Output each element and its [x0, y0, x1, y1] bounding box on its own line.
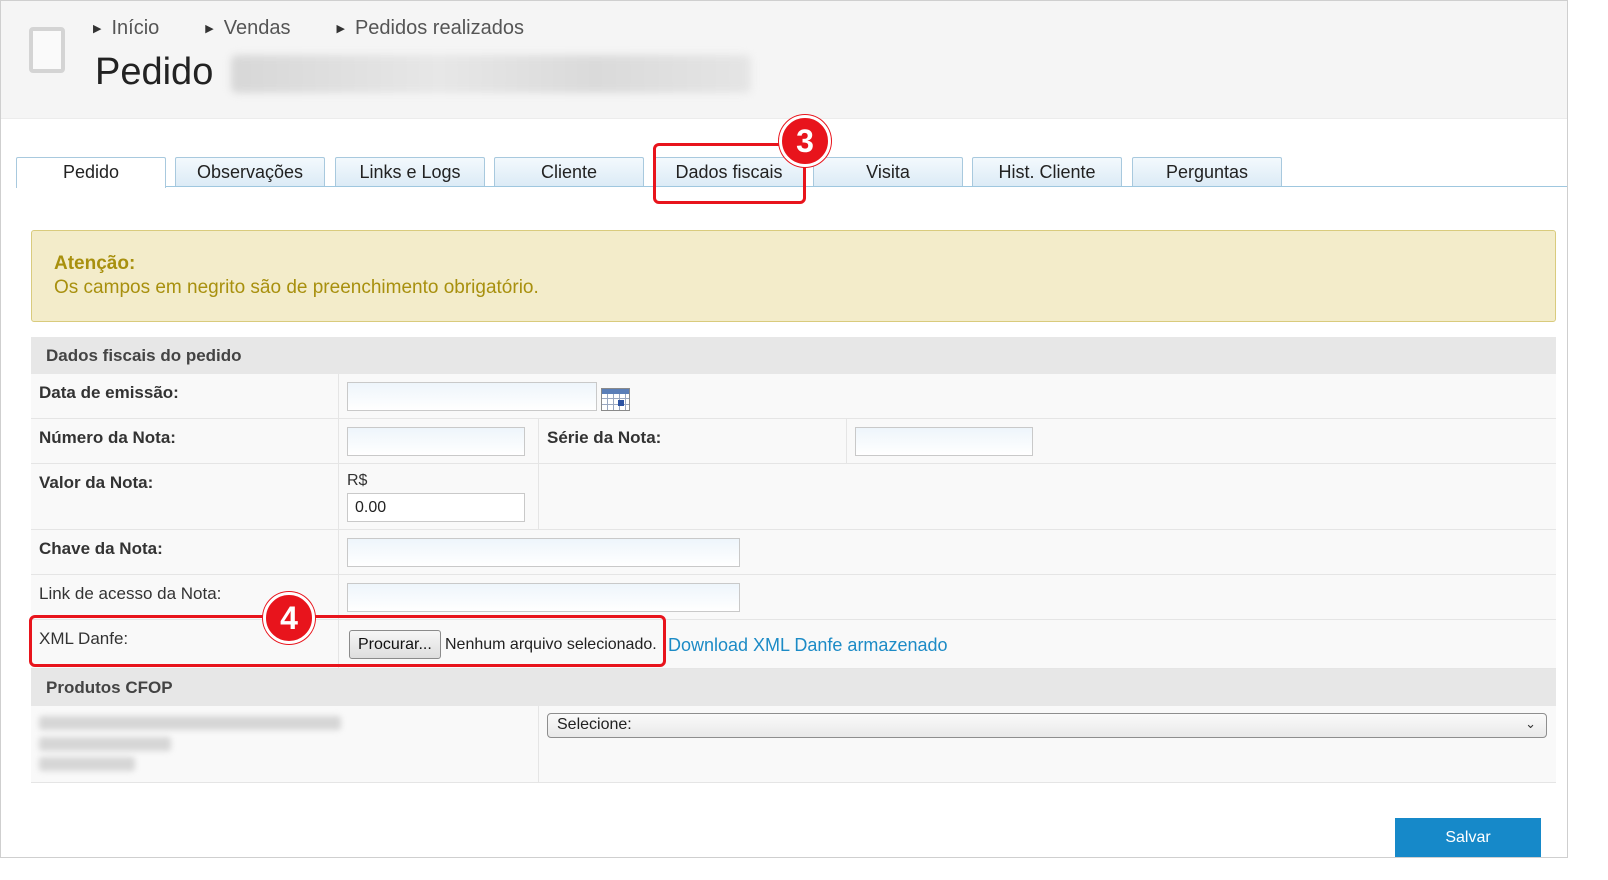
label-chave-nota: Chave da Nota: — [31, 530, 339, 574]
file-status: Nenhum arquivo selecionado. — [445, 636, 657, 653]
caret-right-icon: ▶ — [336, 23, 345, 35]
section-title-dados-fiscais: Dados fiscais do pedido — [31, 337, 1556, 374]
breadcrumb-item-pedidos[interactable]: ▶ Pedidos realizados — [336, 17, 523, 40]
tab-perguntas[interactable]: Perguntas — [1132, 157, 1282, 186]
numero-nota-input[interactable] — [347, 427, 525, 456]
breadcrumb: ▶ Início ▶ Vendas ▶ Pedidos realizados — [93, 17, 570, 40]
chave-nota-input[interactable] — [347, 538, 740, 567]
breadcrumb-item-inicio[interactable]: ▶ Início — [93, 17, 159, 40]
breadcrumb-item-vendas[interactable]: ▶ Vendas — [205, 17, 290, 40]
product-info-redacted — [31, 706, 539, 782]
fiscal-form: Dados fiscais do pedido Data de emissão:… — [31, 337, 1556, 783]
alert-title: Atenção: — [54, 253, 136, 274]
tab-dados-fiscais[interactable]: Dados fiscais — [654, 157, 804, 186]
page-title: Pedido — [95, 51, 214, 93]
caret-right-icon: ▶ — [93, 23, 102, 35]
tab-hist-cliente[interactable]: Hist. Cliente — [972, 157, 1122, 186]
link-acesso-input[interactable] — [347, 583, 740, 612]
row-produto: Selecione: ⌄ — [31, 706, 1556, 783]
breadcrumb-label: Pedidos realizados — [354, 17, 524, 39]
step-3-badge: 3 — [779, 115, 831, 167]
download-xml-link[interactable]: Download XML Danfe armazenado — [668, 635, 948, 656]
cfop-select[interactable]: Selecione: ⌄ — [547, 713, 1547, 738]
calendar-icon[interactable] — [601, 388, 630, 411]
row-chave-nota: Chave da Nota: — [31, 530, 1556, 575]
tab-cliente[interactable]: Cliente — [494, 157, 644, 186]
app-window: ▶ Início ▶ Vendas ▶ Pedidos realizados Pedi… — [0, 0, 1568, 858]
tab-links-logs[interactable]: Links e Logs — [335, 157, 485, 186]
chevron-down-icon: ⌄ — [1525, 716, 1536, 731]
row-data-emissao: Data de emissão: — [31, 374, 1556, 419]
breadcrumb-label: Vendas — [223, 17, 291, 39]
tab-pedido[interactable]: Pedido — [16, 157, 166, 188]
file-browse-button[interactable]: Procurar... — [349, 630, 441, 659]
alert-message: Os campos em negrito são de preenchiment… — [54, 277, 539, 298]
attention-alert: Atenção: Os campos em negrito são de pre… — [31, 230, 1556, 322]
page-icon — [29, 27, 65, 73]
breadcrumb-label: Início — [111, 17, 160, 39]
tab-observacoes[interactable]: Observações — [175, 157, 325, 186]
cfop-select-value: Selecione: — [557, 716, 632, 733]
label-serie-nota: Série da Nota: — [539, 419, 847, 463]
page-header: ▶ Início ▶ Vendas ▶ Pedidos realizados Pedi… — [1, 1, 1567, 119]
row-numero-serie: Número da Nota: Série da Nota: — [31, 419, 1556, 464]
label-data-emissao: Data de emissão: — [31, 374, 339, 418]
step-4-badge: 4 — [263, 592, 315, 644]
row-xml-danfe: XML Danfe: Procurar... Nenhum arquivo se… — [31, 620, 1556, 669]
caret-right-icon: ▶ — [205, 23, 214, 35]
serie-nota-input[interactable] — [855, 427, 1033, 456]
currency-label: R$ — [347, 472, 368, 489]
redacted-order-id — [231, 55, 751, 93]
label-valor-nota: Valor da Nota: — [31, 464, 339, 529]
section-title-produtos-cfop: Produtos CFOP — [31, 669, 1556, 706]
valor-nota-input[interactable]: 0.00 — [347, 493, 525, 522]
row-valor-nota: Valor da Nota: R$ 0.00 — [31, 464, 1556, 530]
save-button[interactable]: Salvar — [1395, 818, 1541, 857]
tab-visita[interactable]: Visita — [813, 157, 963, 186]
data-emissao-input[interactable] — [347, 382, 597, 411]
label-numero-nota: Número da Nota: — [31, 419, 339, 463]
row-link-acesso: Link de acesso da Nota: — [31, 575, 1556, 620]
